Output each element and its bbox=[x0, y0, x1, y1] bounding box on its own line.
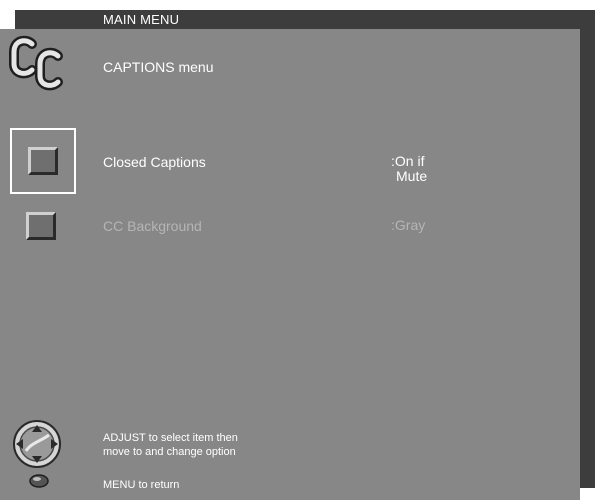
help-line: move to and change option bbox=[103, 446, 236, 458]
option-closed-captions[interactable]: Closed Captions :On if Mute bbox=[0, 128, 580, 194]
captions-menu-screen: MAIN MENU CAPTIONS menu Closed Captions … bbox=[0, 0, 595, 500]
option-cc-background[interactable]: CC Background :Gray bbox=[0, 204, 580, 256]
menu-panel bbox=[0, 29, 580, 500]
menu-title: MAIN MENU bbox=[103, 12, 180, 27]
joystick-icon bbox=[13, 420, 61, 468]
option-value[interactable]: :On if Mute bbox=[391, 154, 427, 184]
help-menu-text: MENU to return bbox=[103, 479, 180, 491]
help-adjust-text: ADJUST to select item then move to and c… bbox=[103, 431, 238, 459]
square-icon bbox=[28, 147, 58, 175]
option-label: CC Background bbox=[103, 218, 202, 234]
menu-button-icon bbox=[29, 474, 49, 488]
help-line: ADJUST to select item then bbox=[103, 432, 238, 444]
selection-highlight bbox=[10, 128, 76, 194]
option-value-line: Mute bbox=[396, 168, 428, 184]
captions-menu-heading: CAPTIONS menu bbox=[103, 59, 214, 75]
option-value-line: :Gray bbox=[391, 217, 426, 233]
cc-icon bbox=[9, 35, 63, 91]
option-value[interactable]: :Gray bbox=[391, 218, 425, 233]
option-icon-box bbox=[8, 204, 74, 248]
option-value-line: :On if bbox=[391, 153, 425, 169]
square-icon bbox=[26, 212, 56, 240]
option-label: Closed Captions bbox=[103, 154, 206, 170]
